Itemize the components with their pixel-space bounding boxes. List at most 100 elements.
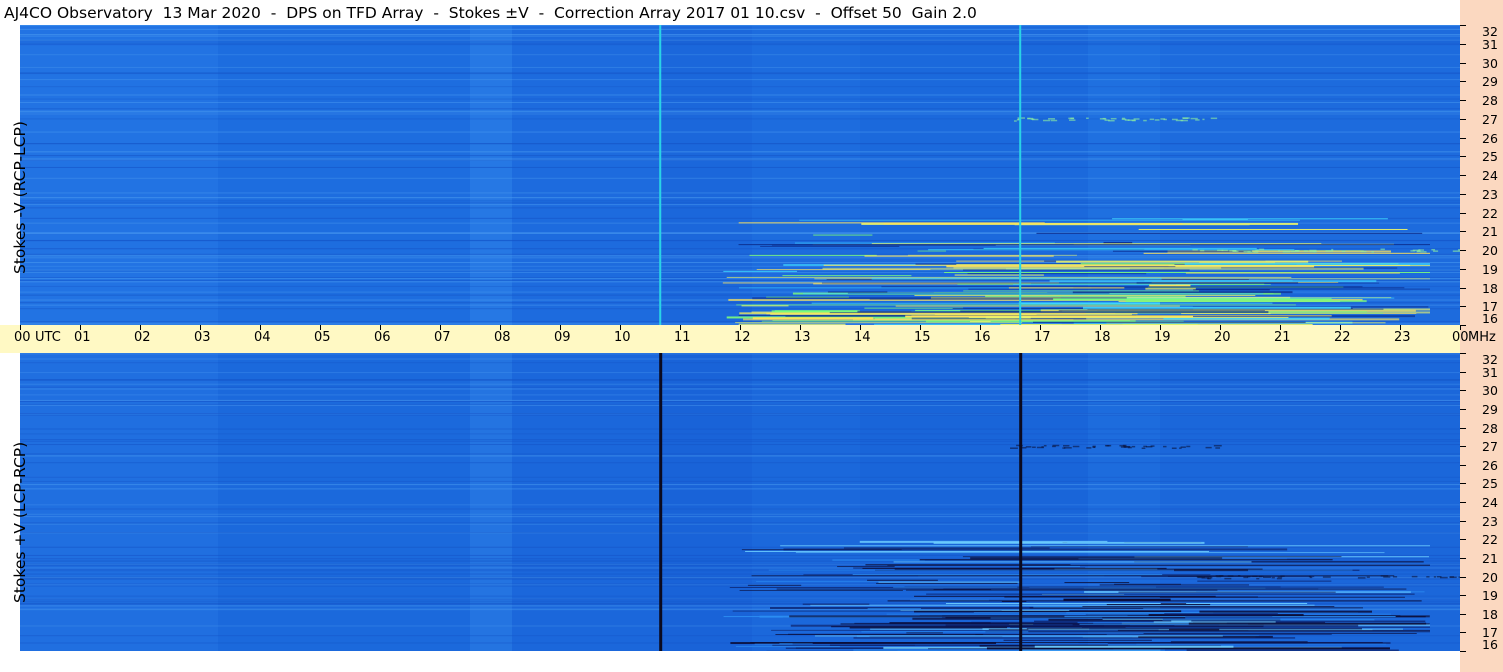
interference-line: [20, 207, 1460, 209]
time-tick-label: 03: [194, 330, 211, 345]
activity-streak: [1017, 586, 1384, 588]
emission-dot: [1252, 575, 1258, 578]
activity-streak: [799, 219, 1300, 221]
emission-dot: [1163, 445, 1167, 448]
frequency-axis-top: 32 31 30 29 28 27 26 25 24 23 22 21 20 19 18 17 16: [1460, 25, 1503, 326]
emission-dot: [1371, 251, 1375, 253]
interference-line: [20, 66, 1460, 68]
frequency-tick-mark: [1460, 557, 1466, 559]
emission-dot: [1052, 444, 1060, 447]
interference-line: [20, 113, 1460, 115]
interference-line: [20, 455, 1460, 457]
emission-dot: [1258, 575, 1263, 578]
interference-line: [20, 131, 1460, 133]
frequency-tick-label: 21: [1482, 224, 1498, 240]
spectrogram-top-svg: [20, 25, 1460, 325]
frequency-tick-mark: [1460, 464, 1466, 466]
activity-streak: [864, 255, 1054, 257]
emission-dot: [1141, 447, 1146, 450]
time-tick-label: 04: [254, 330, 271, 345]
emission-dot: [1243, 250, 1251, 253]
time-tick-label: 20: [1214, 330, 1231, 345]
emission-dot: [1308, 575, 1312, 578]
time-block-shade: [512, 25, 662, 325]
activity-streak: [967, 273, 1147, 275]
emission-dot: [1150, 445, 1155, 447]
spectrogram-bottom-svg: [20, 353, 1460, 651]
emission-dot: [1418, 249, 1421, 251]
emission-dot: [1202, 118, 1205, 121]
interference-line: [20, 400, 1460, 402]
frequency-tick-mark: [1460, 62, 1466, 64]
interference-line: [20, 256, 1460, 258]
time-tick-label: 01: [74, 330, 91, 345]
emission-dot: [1171, 447, 1177, 450]
emission-dot: [1290, 250, 1296, 253]
event-vertical-line: [1019, 353, 1023, 651]
interference-line: [20, 476, 1460, 478]
interference-line: [20, 102, 1460, 104]
activity-streak: [914, 294, 1256, 296]
emission-dot: [1213, 444, 1222, 447]
activity-streak: [1159, 596, 1405, 598]
activity-streak: [803, 293, 1264, 295]
frequency-tick-mark: [1460, 137, 1466, 139]
interference-line: [20, 383, 1460, 385]
frequency-tick-mark: [1460, 390, 1466, 392]
emission-dot: [1171, 118, 1178, 121]
activity-streak: [760, 245, 900, 247]
frequency-tick-label: 23: [1482, 186, 1498, 202]
time-tick-label: 00: [1452, 330, 1469, 345]
interference-line: [20, 240, 1460, 242]
frequency-tick-label: 19: [1482, 588, 1498, 604]
interference-line: [20, 158, 1460, 160]
emission-dot: [1253, 251, 1259, 253]
activity-streak: [1064, 582, 1130, 584]
activity-streak: [1058, 310, 1265, 312]
activity-streak: [945, 603, 1308, 605]
frequency-tick-mark: [1460, 193, 1466, 195]
activity-streak: [1118, 591, 1336, 593]
frequency-tick-label: 22: [1482, 205, 1498, 221]
frequency-tick-label: 16: [1482, 637, 1498, 652]
interference-line: [20, 522, 1460, 524]
time-tick-label: 16: [974, 330, 991, 345]
emission-dot: [1163, 118, 1167, 121]
activity-streak: [887, 600, 1422, 602]
activity-streak: [1168, 265, 1430, 267]
interference-line: [20, 253, 1460, 255]
activity-streak: [832, 559, 925, 561]
activity-streak: [739, 589, 903, 591]
emission-dot: [1192, 249, 1198, 251]
frequency-tick-label: 30: [1482, 383, 1498, 399]
frequency-tick-label: 26: [1482, 457, 1498, 473]
activity-streak: [1081, 626, 1430, 628]
frequency-tick-mark: [1460, 613, 1466, 615]
frequency-tick-label: 26: [1482, 130, 1498, 146]
interference-line: [20, 40, 1460, 42]
activity-streak: [1036, 232, 1423, 234]
activity-streak: [962, 269, 1190, 271]
frequency-tick-label: 20: [1482, 569, 1498, 585]
activity-streak: [865, 564, 1071, 566]
frequency-tick-mark: [1460, 446, 1466, 448]
interference-line: [20, 86, 1460, 88]
activity-streak: [1034, 645, 1234, 648]
frequency-tick-label: 29: [1482, 401, 1498, 417]
interference-line: [20, 444, 1460, 446]
interference-line: [20, 567, 1460, 569]
activity-streak: [881, 286, 1363, 288]
activity-streak: [771, 244, 996, 246]
time-block-shade: [470, 25, 512, 325]
emission-dot: [1195, 119, 1200, 121]
activity-streak: [876, 582, 1018, 584]
frequency-tick-mark: [1460, 287, 1466, 289]
activity-streak: [917, 250, 947, 252]
interference-line: [20, 480, 1460, 482]
activity-streak: [1164, 613, 1278, 616]
activity-streak: [732, 610, 1002, 612]
time-tick-label: 17: [1034, 330, 1051, 345]
activity-streak: [1138, 228, 1408, 230]
activity-streak: [1056, 260, 1309, 263]
time-block-shade: [20, 25, 218, 325]
